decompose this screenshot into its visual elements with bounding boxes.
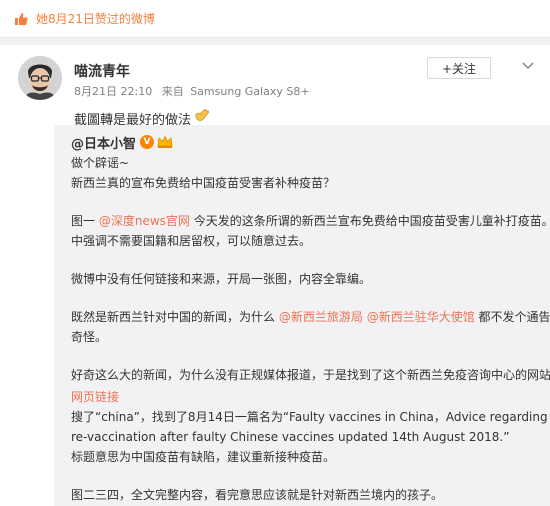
text-segment: 既然是新西兰针对中国的新闻，为什么 [71, 310, 276, 324]
chevron-down-icon[interactable] [517, 57, 539, 75]
mention-nz-embassy[interactable]: @新西兰驻华大使馆 [367, 310, 475, 324]
text-segment: 好奇这么大的新闻，为什么没有正规媒体报道，于是找到了这个新西兰免疫咨询中心的网站 [71, 368, 550, 382]
text-segment: 都不发个通告？很 [478, 310, 550, 324]
weibo-card: 喵流青年 8月21日 22:10 来自 Samsung Galaxy S8+ +… [0, 45, 550, 506]
crown-badge-icon [157, 135, 173, 149]
thumbs-up-icon [14, 12, 28, 26]
post-meta: 8月21日 22:10 来自 Samsung Galaxy S8+ [74, 83, 310, 99]
text-line: 微博中没有任何链接和来源，开局一张图，内容全靠编。 [71, 272, 372, 286]
text-segment: 今天发的这条所谓的新西兰宣布免费给中国疫苗受害儿童补打疫苗。文 [193, 214, 550, 228]
author-name[interactable]: 喵流青年 [74, 61, 130, 81]
text-line: 既然是新西兰针对中国的新闻，为什么 @新西兰旅游局 @新西兰驻华大使馆 都不发个… [71, 307, 550, 327]
text-segment: 图一 [71, 214, 96, 228]
text-line: 中强调不需要国籍和居留权，可以随意过去。 [71, 234, 312, 248]
follow-label: +关注 [441, 61, 477, 76]
text-line: 图一 @深度news官网 今天发的这条所谓的新西兰宣布免费给中国疫苗受害儿童补打… [71, 211, 550, 231]
mention-nz-tourism[interactable]: @新西兰旅游局 [279, 310, 363, 324]
repost-author[interactable]: @日本小智 [71, 133, 136, 152]
text-line: 奇怪。 [71, 330, 108, 344]
mention-shendu-news[interactable]: @深度news官网 [99, 214, 190, 228]
text-line: 网页链接 [71, 387, 537, 407]
text-line: 标题意思为中国疫苗有缺陷，建议重新接种疫苗。 [71, 450, 336, 464]
text-line: 图二三四，全文完整内容，看完意思应该就是针对新西兰境内的孩子。 [71, 488, 444, 502]
post-time[interactable]: 8月21日 22:10 [74, 85, 152, 98]
verified-v-icon: V [140, 135, 155, 149]
text-line: re-vaccination after faulty Chinese vacc… [71, 430, 510, 444]
liked-bar: 她8月21日赞过的微博 [0, 0, 550, 38]
avatar[interactable] [18, 56, 62, 100]
source-prefix: 来自 [161, 85, 184, 98]
text-line: 好奇这么大的新闻，为什么没有正规媒体报道，于是找到了这个新西兰免疫咨询中心的网站 [71, 365, 550, 387]
web-link[interactable]: 网页链接 [71, 390, 119, 404]
follow-button[interactable]: +关注 [427, 57, 491, 79]
repost-header: @日本小智 V [71, 133, 537, 152]
repost-block[interactable]: @日本小智 V 做个辟谣~ 新西兰真的宣布免费给中国疫苗受害者补种疫苗？ 图一 … [54, 125, 550, 506]
text-line: 新西兰真的宣布免费给中国疫苗受害者补种疫苗？ [71, 176, 336, 190]
repost-content: @日本小智 V 做个辟谣~ 新西兰真的宣布免费给中国疫苗受害者补种疫苗？ 图一 … [71, 133, 550, 505]
text-line: 做个辟谣~ [71, 156, 130, 170]
liked-text: 她8月21日赞过的微博 [36, 12, 155, 26]
post-source[interactable]: Samsung Galaxy S8+ [190, 85, 309, 98]
text-line: 搜了“china”，找到了8月14日一篇名为“Faulty vaccines i… [71, 410, 548, 424]
